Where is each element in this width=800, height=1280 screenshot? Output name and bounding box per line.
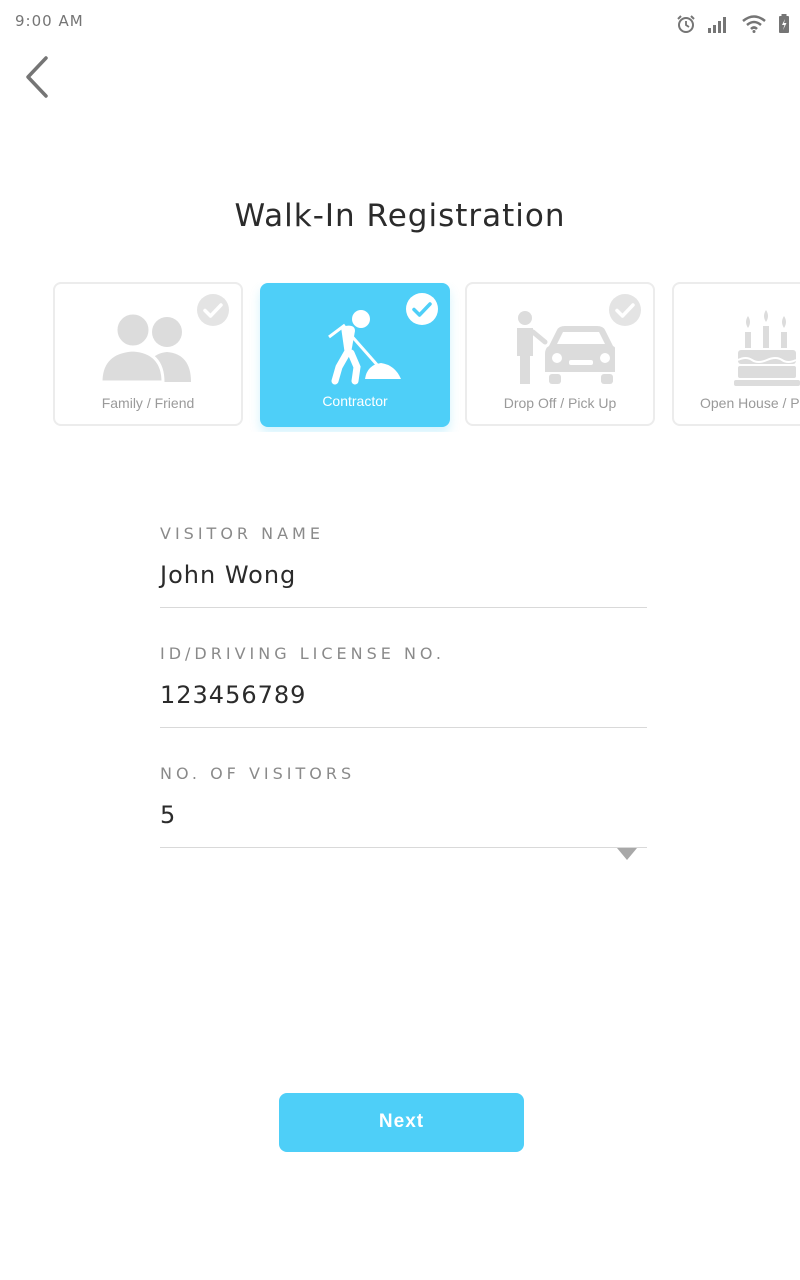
wifi-icon [742,15,766,33]
visitors-count-field[interactable]: NO. OF VISITORS 5 [160,764,647,884]
category-card-contractor[interactable]: Contractor [260,283,450,427]
category-label: Contractor [322,393,388,409]
status-bar: 9:00 AM [0,0,800,44]
battery-icon [779,14,789,33]
chevron-left-icon [26,56,48,98]
alarm-icon [677,15,695,33]
visitors-count-label: NO. OF VISITORS [160,764,356,783]
category-label: Drop Off / Pick Up [503,395,617,411]
category-label: Family / Friend [101,395,195,411]
people-icon [99,311,191,384]
visitor-name-label: VISITOR NAME [160,524,324,543]
visitors-count-select[interactable]: 5 [160,801,647,829]
page-title: Walk-In Registration [234,198,566,234]
registration-form: VISITOR NAME John Wong ID/DRIVING LICENS… [160,524,647,884]
dropdown-arrow-icon[interactable] [617,848,637,860]
visitor-type-selector: Family / Friend Contractor Drop Off / Pi… [0,282,800,432]
next-button[interactable]: Next [279,1093,524,1152]
category-card-drop-off-pick-up[interactable]: Drop Off / Pick Up [465,282,655,426]
category-label: Open House / Pa [700,395,800,411]
worker-icon [328,310,401,385]
id-license-field[interactable]: ID/DRIVING LICENSE NO. 123456789 [160,644,647,764]
visitor-name-field[interactable]: VISITOR NAME John Wong [160,524,647,644]
field-underline [160,607,647,608]
category-card-family-friend[interactable]: Family / Friend [53,282,243,426]
id-license-input[interactable]: 123456789 [160,681,647,709]
back-button[interactable] [18,52,62,102]
id-license-label: ID/DRIVING LICENSE NO. [160,644,445,663]
visitor-name-input[interactable]: John Wong [160,561,647,589]
status-time: 9:00 AM [15,12,84,30]
status-icons [676,14,790,34]
field-underline [160,847,647,848]
category-card-open-house[interactable]: Open House / Pa [672,282,800,426]
signal-icon [708,17,726,33]
field-underline [160,727,647,728]
car-icon [517,311,615,384]
cake-icon [734,310,800,386]
